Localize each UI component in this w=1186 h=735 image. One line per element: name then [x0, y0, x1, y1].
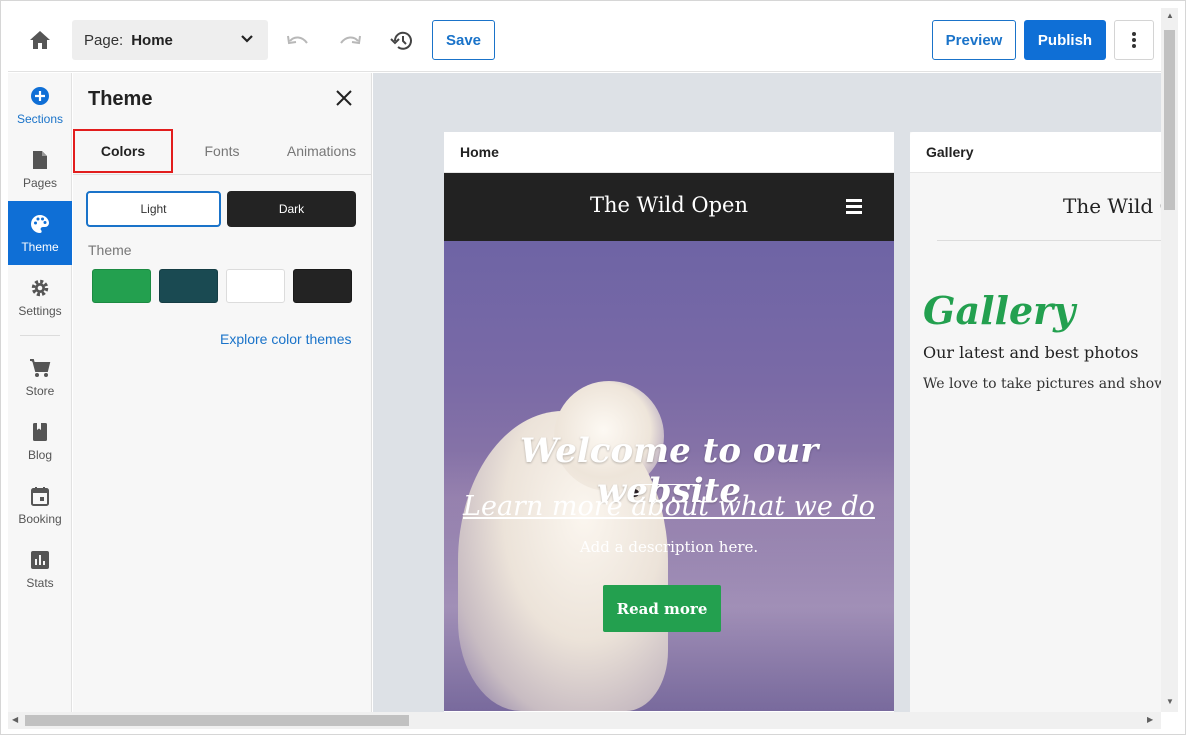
redo-icon	[340, 35, 361, 45]
more-vertical-icon	[1132, 32, 1136, 48]
tab-colors[interactable]: Colors	[73, 129, 173, 173]
rail-item-label: Pages	[22, 176, 58, 190]
rail-item-label: Sections	[16, 112, 64, 126]
rail-item-pages[interactable]: Pages	[8, 137, 72, 201]
scroll-left-arrow-icon[interactable]: ◀	[12, 715, 18, 724]
vertical-scrollbar[interactable]: ▲ ▼	[1161, 8, 1178, 712]
bar-chart-icon	[28, 548, 52, 572]
rail-item-label: Booking	[18, 512, 62, 526]
color-swatch-white[interactable]	[226, 269, 285, 303]
book-icon	[28, 420, 52, 444]
rail-item-store[interactable]: Store	[8, 345, 72, 409]
cart-icon	[28, 356, 52, 380]
explore-color-themes-link[interactable]: Explore color themes	[220, 331, 352, 347]
left-nav-rail: Sections Pages Theme Settings Store Blog…	[8, 73, 72, 712]
rail-item-label: Blog	[27, 448, 53, 462]
scroll-up-arrow-icon[interactable]: ▲	[1166, 11, 1174, 20]
undo-icon	[287, 35, 308, 45]
rail-item-label: Settings	[18, 304, 62, 318]
tab-fonts[interactable]: Fonts	[173, 129, 271, 173]
gallery-title: Gallery	[923, 288, 1076, 333]
history-icon	[390, 31, 412, 50]
rail-item-settings[interactable]: Settings	[8, 265, 72, 329]
more-options-button[interactable]	[1114, 20, 1154, 60]
home-icon	[30, 31, 50, 49]
hero-divider	[639, 484, 699, 485]
publish-button[interactable]: Publish	[1024, 20, 1106, 60]
palette-icon	[28, 212, 52, 236]
top-toolbar: Page: Home Save Preview Publish	[8, 8, 1161, 72]
rail-item-label: Stats	[26, 576, 54, 590]
page-selector-value: Home	[131, 31, 173, 49]
gallery-page-preview[interactable]: Gallery The Wild O Gallery Our latest an…	[910, 132, 1161, 712]
hamburger-menu-icon[interactable]	[846, 199, 862, 217]
rail-item-booking[interactable]: Booking	[8, 473, 72, 537]
plus-circle-icon	[28, 84, 52, 108]
hero-description: Add a description here.	[579, 538, 759, 556]
rail-item-sections[interactable]: Sections	[8, 73, 72, 137]
horizontal-scroll-thumb[interactable]	[25, 715, 409, 726]
rail-item-label: Theme	[21, 240, 59, 254]
home-page-preview[interactable]: Home The Wild Open Welcome to our websit…	[444, 132, 894, 712]
horizontal-scrollbar[interactable]: ◀ ▶	[8, 712, 1161, 729]
home-button[interactable]	[26, 26, 54, 54]
app-window: Page: Home Save Preview Publish Sections	[0, 0, 1186, 735]
color-swatch-black[interactable]	[293, 269, 352, 303]
gallery-subtitle: Our latest and best photos	[923, 343, 1139, 362]
chevron-down-icon	[241, 35, 253, 43]
tab-animations[interactable]: Animations	[271, 129, 372, 173]
light-mode-button[interactable]: Light	[86, 191, 221, 227]
preview-button[interactable]: Preview	[932, 20, 1016, 60]
color-swatch-green[interactable]	[92, 269, 151, 303]
page-frame-title: Home	[444, 132, 894, 173]
save-button[interactable]: Save	[432, 20, 495, 60]
undo-button[interactable]	[283, 26, 313, 56]
rail-item-label: Store	[25, 384, 55, 398]
panel-title: Theme	[88, 88, 153, 110]
dark-mode-button[interactable]: Dark	[227, 191, 356, 227]
header-divider	[937, 240, 1161, 241]
rail-item-blog[interactable]: Blog	[8, 409, 72, 473]
redo-button[interactable]	[335, 26, 365, 56]
page-selector[interactable]: Page: Home	[72, 20, 268, 60]
page-frame-title: Gallery	[910, 132, 1161, 173]
site-navbar: The Wild Open	[444, 173, 894, 241]
vertical-scroll-thumb[interactable]	[1164, 30, 1175, 210]
rail-item-theme[interactable]: Theme	[8, 201, 72, 265]
read-more-button[interactable]: Read more	[603, 585, 721, 632]
scroll-right-arrow-icon[interactable]: ▶	[1147, 715, 1153, 724]
color-swatch-teal[interactable]	[159, 269, 218, 303]
theme-panel: Theme Colors Fonts Animations Light Dark…	[73, 73, 372, 712]
hero-section: Welcome to our website Learn more about …	[444, 241, 894, 711]
close-icon	[336, 90, 352, 106]
theme-section-label: Theme	[88, 242, 132, 258]
rail-divider	[20, 335, 60, 336]
gallery-description: We love to take pictures and show	[923, 376, 1161, 392]
hero-link[interactable]: Learn more about what we do	[444, 491, 894, 522]
gear-icon	[28, 276, 52, 300]
rail-item-stats[interactable]: Stats	[8, 537, 72, 601]
page-selector-label: Page:	[84, 31, 124, 49]
page-icon	[28, 148, 52, 172]
site-name: The Wild Open	[589, 193, 748, 217]
close-panel-button[interactable]	[333, 87, 355, 109]
scroll-down-arrow-icon[interactable]: ▼	[1166, 697, 1174, 706]
site-name: The Wild O	[1063, 194, 1161, 218]
theme-tabs: Colors Fonts Animations	[73, 129, 372, 175]
preview-canvas: Home The Wild Open Welcome to our websit…	[373, 73, 1161, 712]
calendar-icon	[28, 484, 52, 508]
history-button[interactable]	[387, 26, 417, 56]
